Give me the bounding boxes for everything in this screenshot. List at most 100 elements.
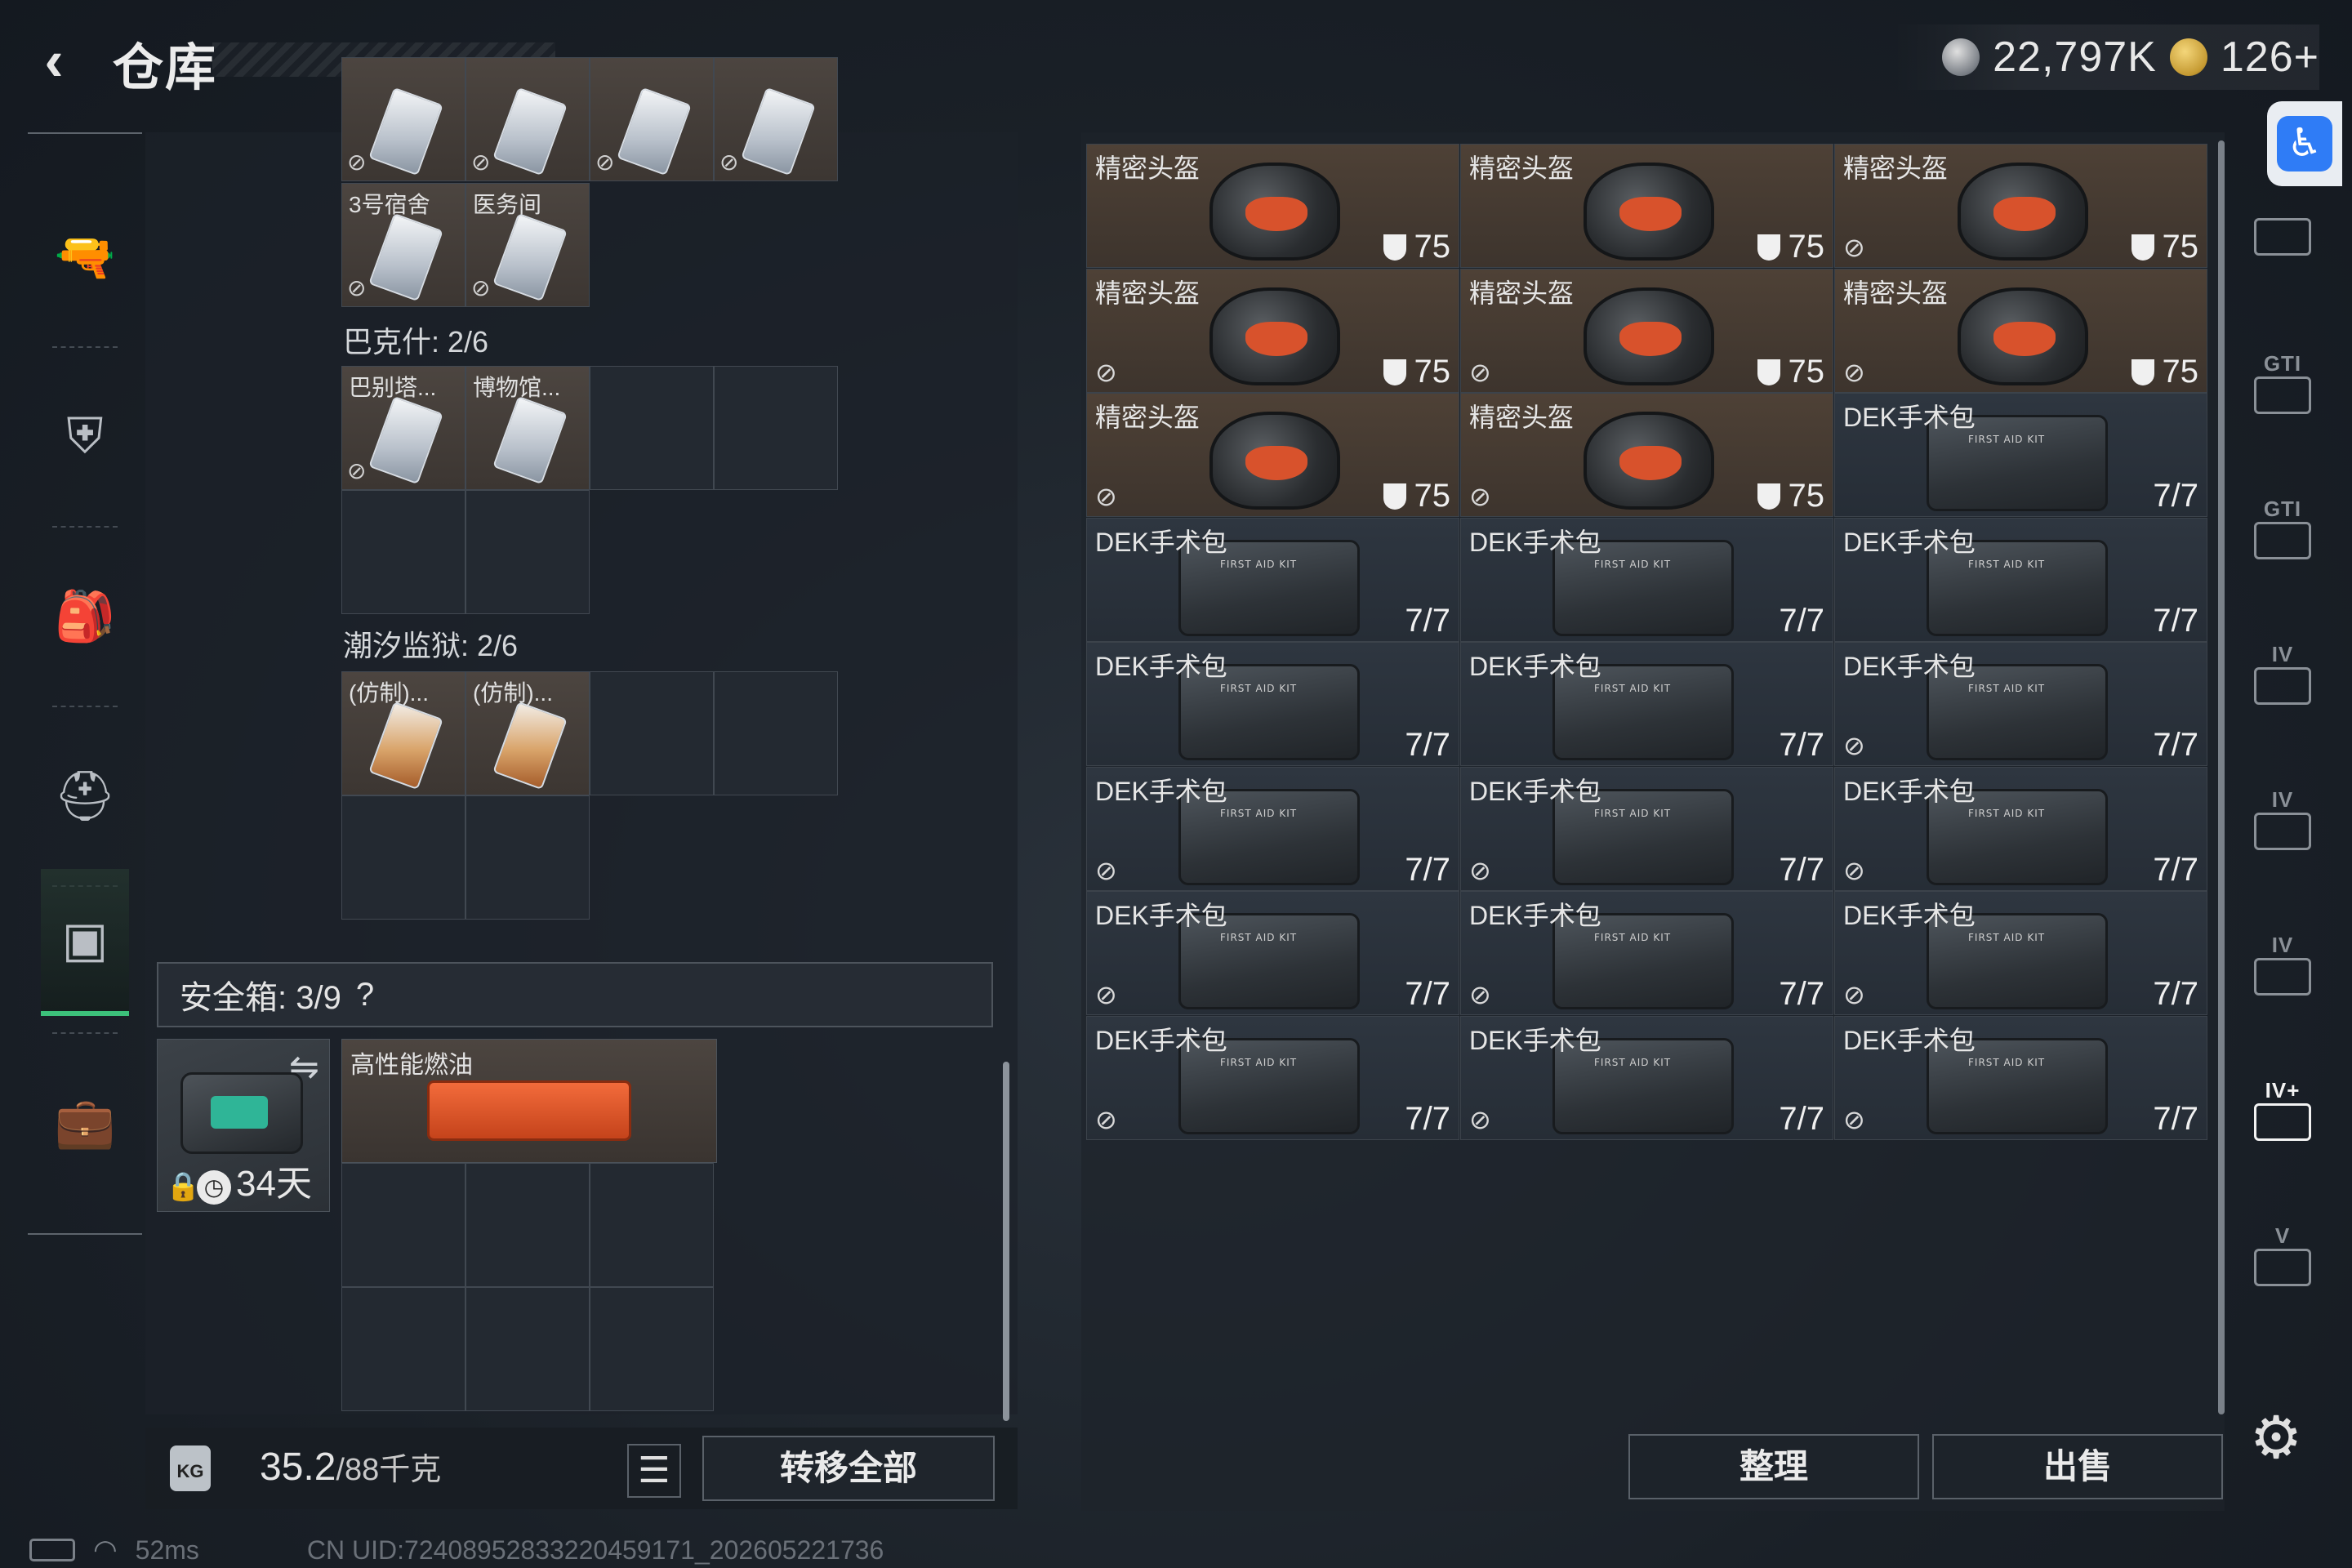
stash-item-surgery-kit[interactable]: DEK手术包 7/7	[1086, 517, 1459, 642]
key-card-slot[interactable]: 博物馆...	[466, 366, 590, 490]
briefcase-icon[interactable]: 💼	[28, 1049, 142, 1196]
empty-slot[interactable]	[466, 1163, 590, 1287]
stash-item-surgery-kit[interactable]: DEK手术包 7/7 ⊘	[1834, 1015, 2207, 1140]
shield-icon	[2131, 234, 2154, 261]
stash-scrollbar[interactable]	[2218, 140, 2225, 1414]
item-name: DEK手术包	[1469, 776, 1601, 806]
settings-gear-icon[interactable]: ⚙	[2247, 1409, 2305, 1468]
stash-item-surgery-kit[interactable]: DEK手术包 7/7 ⊘	[1086, 766, 1459, 891]
stash-item-surgery-kit[interactable]: DEK手术包 7/7	[1460, 642, 1833, 766]
empty-slot[interactable]	[714, 671, 838, 795]
helmet-icon	[1958, 287, 2088, 385]
stash-item-helmet[interactable]: 精密头盔 75 ⊘	[1460, 393, 1833, 517]
stash-item-surgery-kit[interactable]: DEK手术包 7/7 ⊘	[1834, 642, 2207, 766]
item-durability: 75	[2131, 229, 2198, 265]
stash-item-surgery-kit[interactable]: DEK手术包 7/7 ⊘	[1460, 766, 1833, 891]
item-value: 7/7	[2153, 602, 2198, 639]
stash-item-surgery-kit[interactable]: DEK手术包 7/7 ⊘	[1086, 1015, 1459, 1140]
wifi-icon: ◠	[93, 1535, 118, 1566]
back-arrow-icon[interactable]: ‹	[24, 31, 83, 90]
stash-item-helmet[interactable]: 精密头盔 75 ⊘	[1086, 268, 1459, 393]
item-durability: 75	[1757, 229, 1824, 265]
container-icon[interactable]: ▣	[41, 869, 129, 1016]
key-card-slot[interactable]: 医务间 ⊘	[466, 183, 590, 307]
empty-slot[interactable]	[341, 1163, 466, 1287]
no-sell-icon: ⊘	[1095, 1104, 1117, 1134]
armor-vest-icon[interactable]: ⛨	[28, 363, 142, 510]
backpack-icon[interactable]: 🎒	[28, 542, 142, 689]
empty-slot[interactable]	[466, 795, 590, 920]
item-value: 7/7	[1779, 976, 1824, 1012]
empty-slot[interactable]	[341, 490, 466, 614]
stash-item-surgery-kit[interactable]: DEK手术包 7/7 ⊘	[1460, 891, 1833, 1015]
help-icon[interactable]: ?	[356, 977, 374, 1013]
safe-case-slot[interactable]: ⇋ 🔒 ◷ 34天	[157, 1039, 330, 1212]
item-value: 7/7	[1405, 1100, 1450, 1137]
sort-button[interactable]: 整理	[1628, 1434, 1919, 1499]
stash-item-helmet[interactable]: 精密头盔 75	[1086, 144, 1459, 268]
stash-item-surgery-kit[interactable]: DEK手术包 7/7	[1834, 517, 2207, 642]
key-card-slot[interactable]: (仿制)...	[341, 671, 466, 795]
stash-item-surgery-kit[interactable]: DEK手术包 7/7	[1834, 393, 2207, 517]
stash-tab-iv-2-icon[interactable]: IV	[2238, 769, 2328, 867]
gun-icon[interactable]: 🔫	[28, 183, 142, 330]
no-sell-icon: ⊘	[1843, 357, 1865, 387]
sell-button[interactable]: 出售	[1932, 1434, 2223, 1499]
transfer-all-button[interactable]: 转移全部	[702, 1436, 995, 1501]
stash-item-surgery-kit[interactable]: DEK手术包 7/7 ⊘	[1086, 891, 1459, 1015]
gold-amount[interactable]: 126+	[2221, 33, 2319, 82]
list-view-button[interactable]: ☰	[627, 1444, 681, 1498]
key-card-slot[interactable]: ⊘	[714, 57, 838, 181]
empty-slot[interactable]	[590, 1287, 714, 1411]
empty-slot[interactable]	[466, 1287, 590, 1411]
safebox-item-fuel[interactable]: 高性能燃油	[341, 1039, 717, 1163]
item-uses: 7/7	[2153, 727, 2198, 764]
key-card-slot[interactable]: ⊘	[590, 57, 714, 181]
stash-item-surgery-kit[interactable]: DEK手术包 7/7 ⊘	[1834, 891, 2207, 1015]
stash-tab-gti-2-icon[interactable]: GTI	[2238, 479, 2328, 577]
no-sell-icon: ⊘	[1095, 357, 1117, 387]
empty-slot[interactable]	[341, 1287, 466, 1411]
key-card-slot[interactable]: 巴别塔... ⊘	[341, 366, 466, 490]
stash-item-helmet[interactable]: 精密头盔 75 ⊘	[1086, 393, 1459, 517]
key-card-slot[interactable]: (仿制)...	[466, 671, 590, 795]
key-card-slot[interactable]: ⊘	[341, 57, 466, 181]
stash-tab-iv-3-icon[interactable]: IV	[2238, 915, 2328, 1013]
lock-icon: 🔒	[166, 1171, 201, 1202]
empty-slot[interactable]	[714, 366, 838, 490]
stash-item-surgery-kit[interactable]: DEK手术包 7/7	[1460, 517, 1833, 642]
empty-slot[interactable]	[590, 366, 714, 490]
key-card-slot[interactable]: 3号宿舍 ⊘	[341, 183, 466, 307]
stash-item-helmet[interactable]: 精密头盔 75 ⊘	[1834, 268, 2207, 393]
stash-tab-gti-1-icon[interactable]: GTI	[2238, 333, 2328, 431]
stash-tab-v-icon[interactable]: V	[2238, 1205, 2328, 1303]
no-sell-icon: ⊘	[471, 275, 491, 301]
empty-slot[interactable]	[341, 795, 466, 920]
item-name: DEK手术包	[1843, 776, 1976, 806]
silver-coin-icon	[1942, 38, 1980, 76]
stash-tab-iv-1-icon[interactable]: IV	[2238, 624, 2328, 722]
map-key-section-label: 潮汐监狱: 2/6	[343, 629, 519, 662]
swap-icon[interactable]: ⇋	[289, 1046, 319, 1088]
item-uses: 7/7	[2153, 603, 2198, 639]
stash-item-helmet[interactable]: 精密头盔 75 ⊘	[1834, 144, 2207, 268]
stash-tab-iv-add-icon[interactable]: IV+	[2238, 1060, 2328, 1158]
left-scrollbar[interactable]	[1003, 1062, 1009, 1421]
helmet-icon	[1958, 163, 2088, 261]
item-value: 75	[1414, 478, 1451, 514]
item-value: 7/7	[2153, 851, 2198, 888]
stash-item-helmet[interactable]: 精密头盔 75 ⊘	[1460, 268, 1833, 393]
stash-item-helmet[interactable]: 精密头盔 75	[1460, 144, 1833, 268]
stash-home-icon[interactable]	[2238, 188, 2328, 286]
tab-glyph	[2254, 521, 2311, 559]
stash-item-surgery-kit[interactable]: DEK手术包 7/7 ⊘	[1834, 766, 2207, 891]
chest-rig-icon[interactable]: ⛑	[28, 722, 142, 869]
key-card-slot[interactable]: ⊘	[466, 57, 590, 181]
empty-slot[interactable]	[590, 1163, 714, 1287]
empty-slot[interactable]	[466, 490, 590, 614]
accessibility-button[interactable]: ♿	[2267, 101, 2342, 186]
stash-item-surgery-kit[interactable]: DEK手术包 7/7 ⊘	[1460, 1015, 1833, 1140]
stash-item-surgery-kit[interactable]: DEK手术包 7/7	[1086, 642, 1459, 766]
empty-slot[interactable]	[590, 671, 714, 795]
key-card-icon	[492, 395, 568, 485]
